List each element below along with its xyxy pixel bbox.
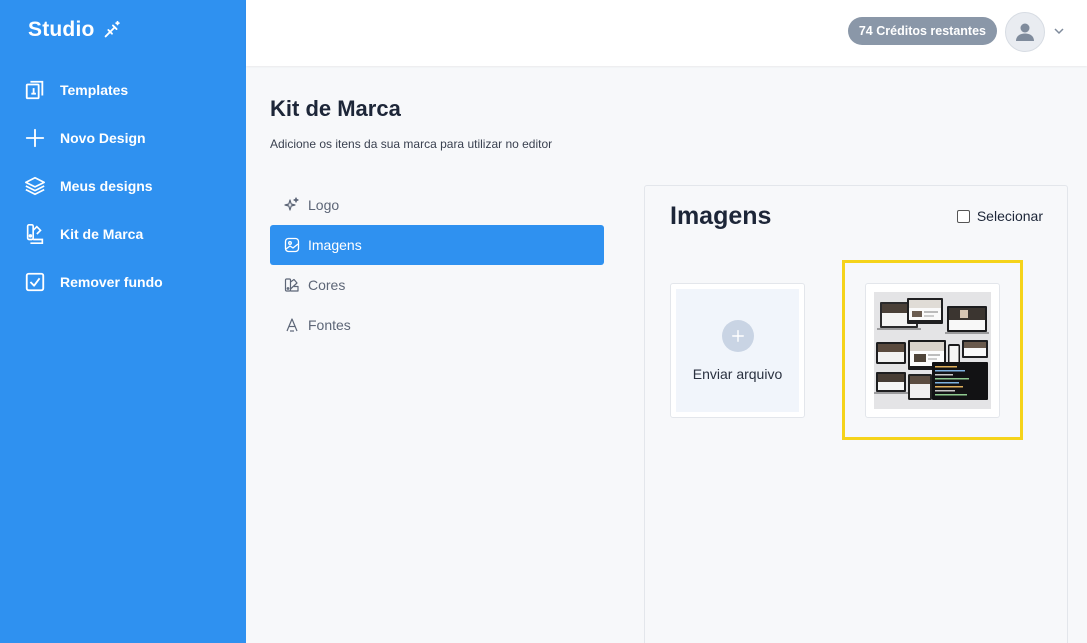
sidebar-item-label: Templates xyxy=(60,82,129,98)
page-title: Kit de Marca xyxy=(270,96,401,121)
top-header: 74 Créditos restantes xyxy=(246,0,1087,66)
page-subtitle: Adicione os itens da sua marca para util… xyxy=(270,137,553,151)
chevron-down-icon[interactable] xyxy=(1053,25,1065,37)
avatar[interactable] xyxy=(1005,12,1045,52)
brand-kit-subnav: Logo Imagens Cores Fontes xyxy=(270,185,604,345)
upload-file-card[interactable]: Enviar arquivo xyxy=(670,283,805,418)
responsive-mockup-thumbnail xyxy=(874,292,991,409)
brand-name: Studio xyxy=(28,18,95,41)
checkbox-icon xyxy=(24,271,46,293)
sidebar-item-meus-designs[interactable]: Meus designs xyxy=(0,162,246,210)
sidebar-item-label: Meus designs xyxy=(60,178,153,194)
brand-kit-icon xyxy=(24,223,46,245)
magic-wand-icon xyxy=(104,20,120,38)
image-thumbnail-card[interactable] xyxy=(865,283,1000,418)
sidebar-item-label: Remover fundo xyxy=(60,274,163,290)
upload-dropzone[interactable]: Enviar arquivo xyxy=(676,289,799,412)
tab-label: Imagens xyxy=(308,237,362,253)
sidebar-item-templates[interactable]: Templates xyxy=(0,66,246,114)
sidebar-item-novo-design[interactable]: Novo Design xyxy=(0,114,246,162)
panel-title: Imagens xyxy=(670,202,772,230)
tab-label: Cores xyxy=(308,277,346,293)
palette-icon xyxy=(284,278,299,292)
sidebar: Studio Templates Novo Design Meus design… xyxy=(0,0,246,643)
sidebar-item-label: Novo Design xyxy=(60,130,146,146)
tab-label: Logo xyxy=(308,197,340,213)
image-icon xyxy=(284,237,300,253)
sidebar-nav: Templates Novo Design Meus designs Kit d… xyxy=(0,66,246,306)
sparkle-icon xyxy=(284,197,299,211)
select-label: Selecionar xyxy=(976,208,1043,224)
select-toggle[interactable]: Selecionar xyxy=(956,208,1043,224)
plus-circle-icon xyxy=(721,319,754,352)
sidebar-item-kit-de-marca[interactable]: Kit de Marca xyxy=(0,210,246,258)
select-checkbox[interactable] xyxy=(956,209,970,223)
user-icon xyxy=(1016,23,1034,41)
tab-cores[interactable]: Cores xyxy=(270,265,604,305)
sidebar-item-label: Kit de Marca xyxy=(60,226,144,242)
templates-icon xyxy=(24,79,46,101)
brand-logo[interactable]: Studio xyxy=(28,18,123,42)
font-icon xyxy=(286,318,298,332)
tab-label: Fontes xyxy=(308,317,351,333)
plus-icon xyxy=(24,127,46,149)
sidebar-item-remover-fundo[interactable]: Remover fundo xyxy=(0,258,246,306)
layers-icon xyxy=(24,175,46,197)
upload-label: Enviar arquivo xyxy=(692,365,783,382)
tab-imagens[interactable]: Imagens xyxy=(270,225,604,265)
credits-badge[interactable]: 74 Créditos restantes xyxy=(847,17,997,45)
tab-fontes[interactable]: Fontes xyxy=(270,305,604,345)
images-panel: Imagens Selecionar Enviar arquivo xyxy=(644,185,1068,643)
tab-logo[interactable]: Logo xyxy=(270,185,604,225)
